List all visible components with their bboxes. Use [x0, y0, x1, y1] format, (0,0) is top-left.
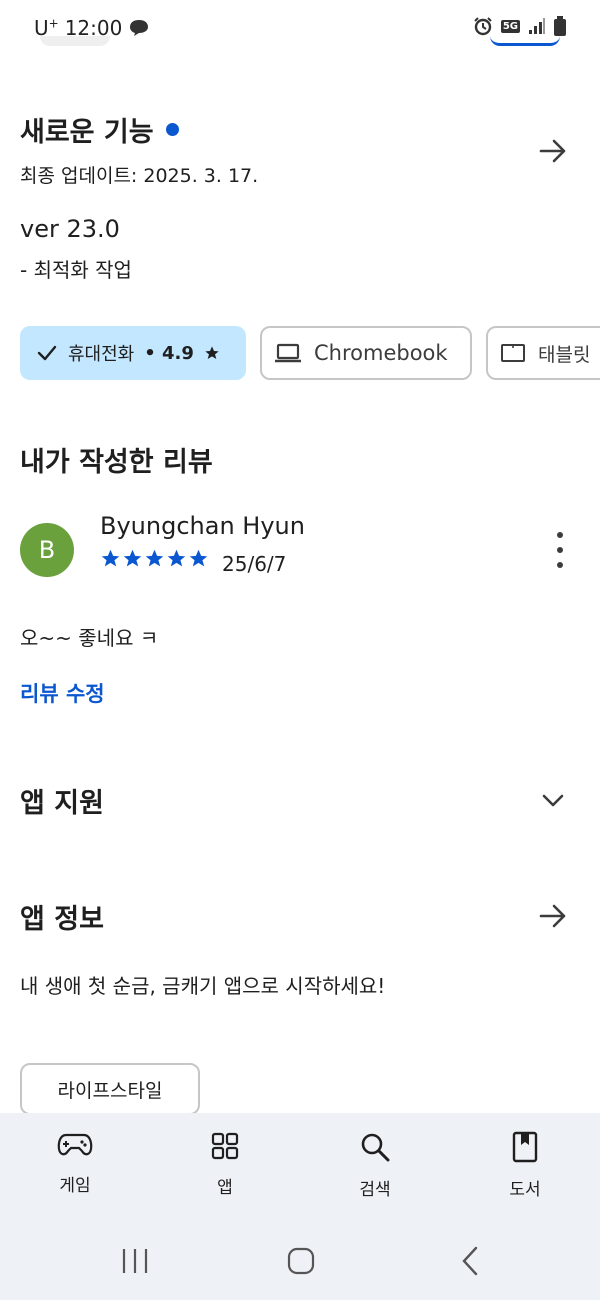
star-icon — [189, 549, 208, 567]
avatar: B — [20, 523, 74, 577]
nav-search-label: 검색 — [359, 1180, 391, 1200]
device-chips: 휴대전화 • 4.9 Chromebook 태블릿 — [20, 326, 600, 380]
edit-review-link[interactable]: 리뷰 수정 — [20, 678, 105, 708]
app-info-row[interactable]: 앱 정보 — [20, 896, 576, 936]
rating-stars — [100, 548, 209, 569]
laptop-icon — [275, 343, 301, 363]
nav-books[interactable]: 도서 — [465, 1131, 585, 1200]
check-icon — [37, 345, 57, 361]
scroll-fade-right — [490, 36, 560, 46]
arrow-right-icon[interactable] — [538, 901, 568, 931]
star-icon — [101, 549, 120, 567]
nav-games[interactable]: 게임 — [15, 1131, 135, 1196]
whats-new-title: 새로운 기능 — [20, 117, 154, 148]
app-support-title: 앱 지원 — [20, 787, 104, 819]
bottom-navigation: 게임 앱 검색 도서 — [0, 1113, 600, 1230]
nav-apps-label: 앱 — [217, 1178, 233, 1198]
last-updated: 최종 업데이트: 2025. 3. 17. — [20, 165, 259, 187]
review-date: 25/6/7 — [222, 552, 287, 576]
chip-tablet[interactable]: 태블릿 — [486, 326, 600, 380]
nav-apps[interactable]: 앱 — [165, 1131, 285, 1198]
whats-new-heading: 새로운 기능 — [20, 110, 580, 149]
review-text: 오~~ 좋네요 ㅋ — [20, 626, 159, 650]
more-options-icon[interactable] — [548, 532, 572, 568]
reviewer-name: Byungchan Hyun — [100, 512, 305, 540]
recent-apps-icon[interactable] — [120, 1246, 150, 1276]
new-indicator-dot — [165, 123, 179, 136]
chevron-down-icon[interactable] — [540, 787, 566, 813]
chip-chromebook-label: Chromebook — [314, 341, 448, 365]
book-icon — [512, 1131, 538, 1163]
chip-phone-rating: • 4.9 — [144, 342, 194, 364]
alarm-icon — [474, 17, 492, 36]
status-bar: U+ 12:00 5G — [0, 0, 600, 56]
star-icon — [145, 549, 164, 567]
apps-grid-icon — [211, 1132, 239, 1160]
chip-tablet-label: 태블릿 — [538, 343, 591, 366]
gamepad-icon — [57, 1133, 93, 1156]
chip-phone-label: 휴대전화 — [68, 344, 135, 365]
search-icon — [361, 1133, 390, 1162]
my-review-heading: 내가 작성한 리뷰 — [20, 447, 213, 478]
signal-icon — [529, 18, 545, 34]
star-icon — [167, 549, 186, 567]
version-label: ver 23.0 — [20, 215, 120, 243]
back-icon[interactable] — [458, 1246, 484, 1276]
star-icon — [123, 549, 142, 567]
chip-chromebook[interactable]: Chromebook — [260, 326, 472, 380]
nav-games-label: 게임 — [59, 1176, 91, 1196]
star-icon — [205, 346, 219, 359]
nav-books-label: 도서 — [509, 1180, 541, 1200]
category-chip[interactable]: 라이프스타일 — [20, 1063, 200, 1115]
system-navigation — [0, 1230, 600, 1300]
app-description: 내 생애 첫 순금, 금캐기 앱으로 시작하세요! — [20, 974, 386, 998]
scroll-fade-left — [40, 36, 110, 46]
chip-phone[interactable]: 휴대전화 • 4.9 — [20, 326, 246, 380]
chat-bubble-icon — [130, 20, 149, 36]
tablet-icon — [501, 344, 525, 362]
app-info-title: 앱 정보 — [20, 903, 104, 935]
whats-new-section[interactable]: 새로운 기능 최종 업데이트: 2025. 3. 17. — [20, 110, 580, 188]
network-badge: 5G — [500, 19, 520, 33]
battery-icon — [554, 16, 566, 36]
status-right: 5G — [473, 16, 566, 36]
arrow-right-icon[interactable] — [538, 136, 568, 166]
change-notes: - 최적화 작업 — [20, 258, 132, 282]
home-icon[interactable] — [286, 1246, 316, 1276]
nav-search[interactable]: 검색 — [315, 1131, 435, 1200]
app-support-row[interactable]: 앱 지원 — [20, 780, 576, 820]
